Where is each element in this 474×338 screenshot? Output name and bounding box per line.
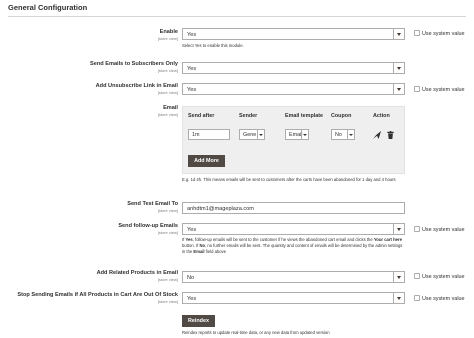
follow-up-select[interactable]: Yes xyxy=(182,223,405,235)
use-system-value-label: Use system value xyxy=(422,227,465,233)
use-system-value-label: Use system value xyxy=(422,296,465,302)
sender-value: Gene xyxy=(243,132,257,138)
subscribers-value: Yes xyxy=(187,65,197,72)
use-system-value-follow-up[interactable]: Use system value xyxy=(414,226,465,233)
unsubscribe-label-group: Add Unsubscribe Link in Email [store vie… xyxy=(95,83,178,95)
scope-label: [store view] xyxy=(157,111,178,117)
scope-label: [store view] xyxy=(157,298,178,304)
column-header-action: Action xyxy=(373,113,390,119)
related-products-value: No xyxy=(187,274,195,281)
chevron-down-icon xyxy=(302,133,307,136)
chevron-down-icon xyxy=(258,133,263,136)
use-system-value-related-products[interactable]: Use system value xyxy=(414,273,465,280)
stop-sending-label: Stop Sending Emails if All Products in C… xyxy=(17,292,178,298)
dropdown-toggle[interactable] xyxy=(393,224,404,234)
page-title: General Configuration xyxy=(8,3,88,12)
checkbox-icon[interactable] xyxy=(414,86,420,92)
scope-label: [store view] xyxy=(157,89,178,95)
checkbox-icon[interactable] xyxy=(414,273,420,279)
chevron-down-icon xyxy=(397,228,401,231)
email-note: E.g. 1d 4h. This means emails will be se… xyxy=(182,177,396,182)
enable-label: Enable xyxy=(159,29,178,35)
scope-label: [store view] xyxy=(157,276,178,282)
column-header-coupon: Coupon xyxy=(331,113,352,119)
enable-value: Yes xyxy=(187,31,197,38)
dropdown-toggle[interactable] xyxy=(393,63,404,73)
checkbox-icon[interactable] xyxy=(414,30,420,36)
stop-sending-select[interactable]: Yes xyxy=(182,292,405,304)
column-header-send-after: Send after xyxy=(188,113,215,119)
chevron-down-icon xyxy=(397,276,401,279)
chevron-down-icon xyxy=(397,297,401,300)
checkbox-icon[interactable] xyxy=(414,295,420,301)
coupon-value: No xyxy=(335,132,342,138)
follow-up-label: Send follow-up Emails xyxy=(118,223,178,229)
dropdown-toggle[interactable] xyxy=(301,130,308,139)
send-icon[interactable] xyxy=(373,131,381,139)
coupon-select[interactable]: No xyxy=(331,129,355,140)
related-products-label: Add Related Products in Email xyxy=(96,270,178,276)
column-header-email-template: Email template xyxy=(285,113,324,119)
chevron-down-icon xyxy=(348,133,353,136)
chevron-down-icon xyxy=(397,33,401,36)
dropdown-toggle[interactable] xyxy=(393,293,404,303)
use-system-value-unsubscribe[interactable]: Use system value xyxy=(414,86,465,93)
enable-note: Select Yes to enable this module. xyxy=(182,43,244,48)
follow-up-label-group: Send follow-up Emails [store view] xyxy=(118,223,178,235)
title-divider xyxy=(8,16,466,17)
test-email-label: Send Test Email To xyxy=(127,201,178,207)
email-label-group: Email [store view] xyxy=(157,105,178,117)
use-system-value-label: Use system value xyxy=(422,31,465,37)
column-header-sender: Sender xyxy=(239,113,258,119)
scope-label: [store view] xyxy=(157,67,178,73)
use-system-value-stop-sending[interactable]: Use system value xyxy=(414,295,465,302)
reindex-note: Reindex reports to update real-time data… xyxy=(182,330,330,335)
chevron-down-icon xyxy=(397,88,401,91)
test-email-label-group: Send Test Email To [store view] xyxy=(127,201,178,213)
enable-select[interactable]: Yes xyxy=(182,28,405,40)
unsubscribe-value: Yes xyxy=(187,86,197,93)
email-template-select[interactable]: Email xyxy=(285,129,309,140)
scope-label: [store view] xyxy=(157,229,178,235)
unsubscribe-label: Add Unsubscribe Link in Email xyxy=(95,83,178,89)
chevron-down-icon xyxy=(397,67,401,70)
send-after-input[interactable]: 1m xyxy=(188,129,230,140)
unsubscribe-select[interactable]: Yes xyxy=(182,83,405,95)
email-schedule-table: Send after Sender Email template Coupon … xyxy=(182,106,405,174)
scope-label: [store view] xyxy=(157,207,178,213)
enable-label-group: Enable [store view] xyxy=(157,29,178,41)
stop-sending-value: Yes xyxy=(187,295,197,302)
follow-up-value: Yes xyxy=(187,226,197,233)
scope-label: [store view] xyxy=(157,35,178,41)
stop-sending-label-group: Stop Sending Emails if All Products in C… xyxy=(17,292,178,304)
send-after-value: 1m xyxy=(192,132,200,138)
dropdown-toggle[interactable] xyxy=(347,130,354,139)
add-more-button[interactable]: Add More xyxy=(188,155,225,167)
test-email-input[interactable]: anhdtm1@mageplaza.com xyxy=(182,202,405,214)
email-label: Email xyxy=(163,105,178,111)
use-system-value-enable[interactable]: Use system value xyxy=(414,30,465,37)
dropdown-toggle[interactable] xyxy=(257,130,264,139)
subscribers-select[interactable]: Yes xyxy=(182,62,405,74)
related-products-select[interactable]: No xyxy=(182,271,405,283)
subscribers-label-group: Send Emails to Subscribers Only [store v… xyxy=(90,61,178,73)
follow-up-note: If Yes, follow-up emails will be sent to… xyxy=(182,237,403,255)
use-system-value-label: Use system value xyxy=(422,87,465,93)
trash-icon[interactable] xyxy=(387,131,394,139)
reindex-button[interactable]: Reindex xyxy=(182,315,215,327)
related-products-label-group: Add Related Products in Email [store vie… xyxy=(96,270,178,282)
test-email-value: anhdtm1@mageplaza.com xyxy=(187,205,254,212)
subscribers-label: Send Emails to Subscribers Only xyxy=(90,61,178,67)
dropdown-toggle[interactable] xyxy=(393,272,404,282)
dropdown-toggle[interactable] xyxy=(393,84,404,94)
dropdown-toggle[interactable] xyxy=(393,29,404,39)
use-system-value-label: Use system value xyxy=(422,274,465,280)
checkbox-icon[interactable] xyxy=(414,226,420,232)
sender-select[interactable]: Gene xyxy=(239,129,265,140)
